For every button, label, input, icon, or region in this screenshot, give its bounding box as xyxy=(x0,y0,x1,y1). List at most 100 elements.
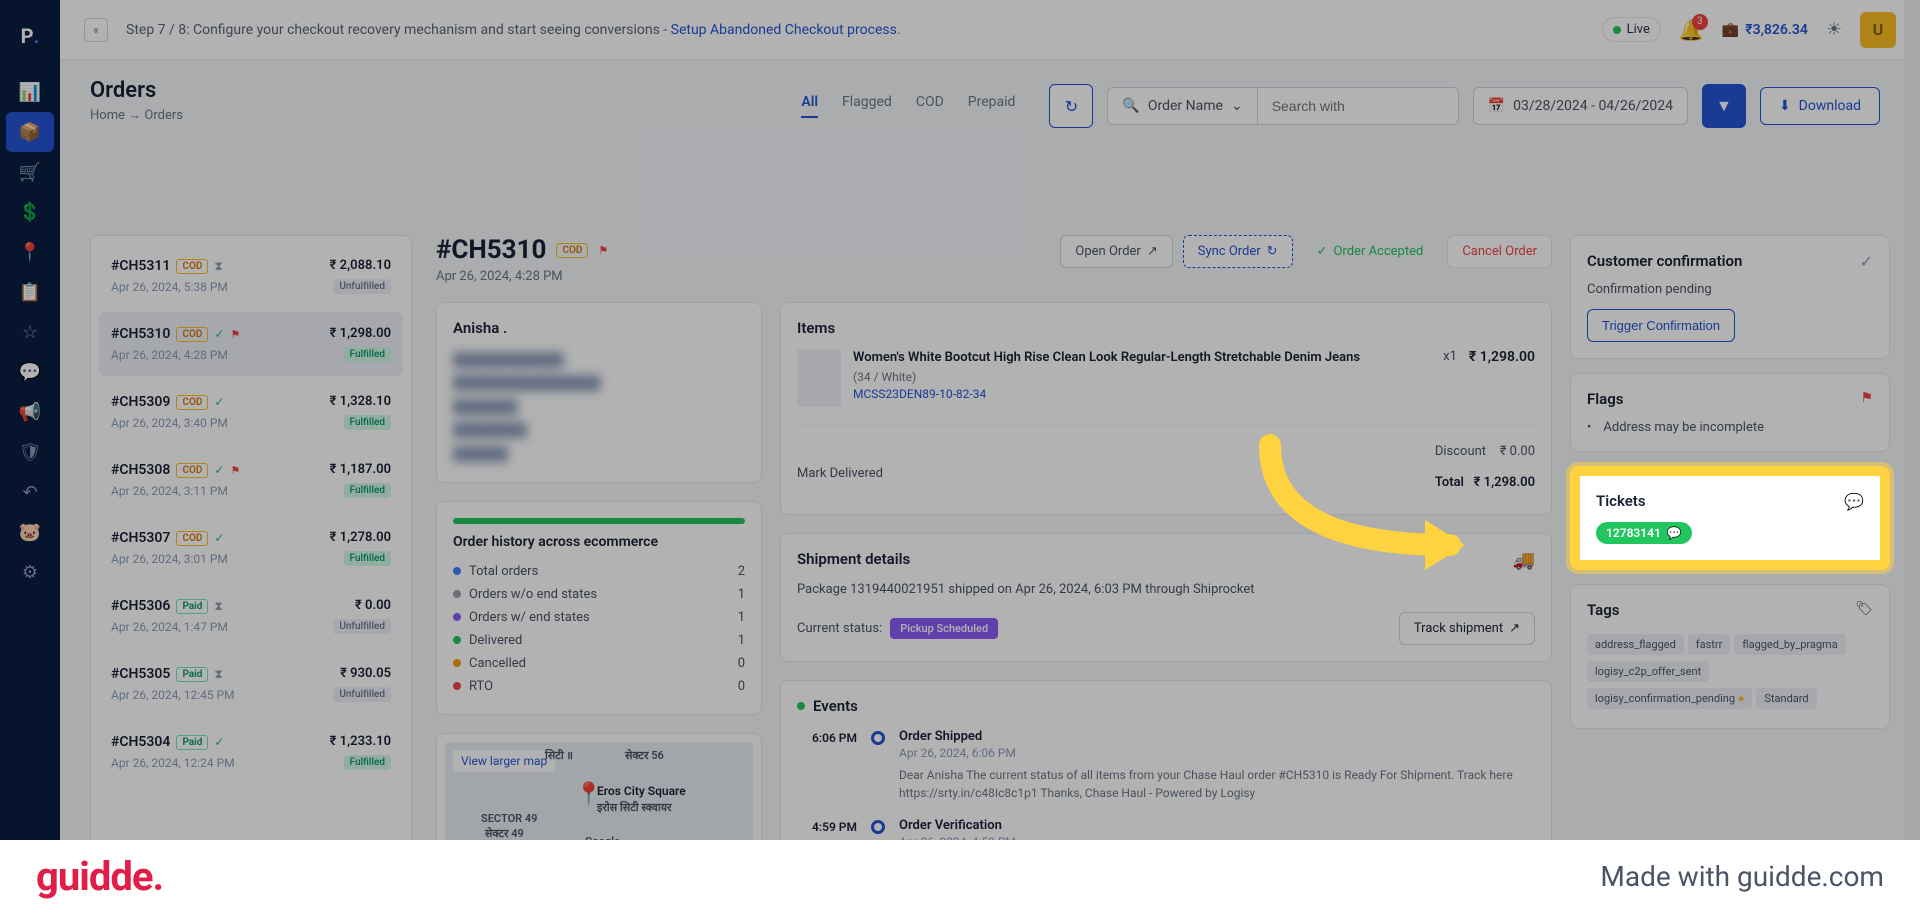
ticket-number-badge[interactable]: 12783141💬 xyxy=(1596,522,1692,544)
order-price: ₹ 930.05 xyxy=(340,666,391,681)
status-dot xyxy=(453,613,461,621)
guidde-logo: guidde xyxy=(36,853,163,900)
nav-chat-icon[interactable]: 💬 xyxy=(0,352,60,392)
search-field-select[interactable]: 🔍Order Name⌄ xyxy=(1108,88,1257,124)
user-avatar[interactable]: U xyxy=(1860,12,1896,48)
nav-piggy-icon[interactable]: 🐷 xyxy=(0,512,60,552)
nav-shield-icon[interactable]: 🛡 xyxy=(0,432,60,472)
wallet-balance[interactable]: 💼₹3,826.34 xyxy=(1722,22,1808,38)
collapse-sidebar-button[interactable]: « xyxy=(84,18,108,42)
search-group: 🔍Order Name⌄ xyxy=(1107,87,1458,125)
tab-flagged[interactable]: Flagged xyxy=(842,94,892,118)
nav-location-icon[interactable]: 📍 xyxy=(0,232,60,272)
status-dot xyxy=(453,659,461,667)
order-accepted-status: ✓Order Accepted xyxy=(1303,235,1438,268)
onboarding-link[interactable]: Setup Abandoned Checkout process xyxy=(671,22,897,38)
confirm-check-icon: ✓ xyxy=(1860,252,1873,271)
status-dot xyxy=(453,636,461,644)
filters-row: All Flagged COD Prepaid ↻ 🔍Order Name⌄ 📅… xyxy=(771,84,1910,140)
order-status: Fulfilled xyxy=(344,755,391,770)
nav-undo-icon[interactable]: ↶ xyxy=(0,472,60,512)
tab-cod[interactable]: COD xyxy=(916,94,944,118)
map-place-hi: इरोस सिटी स्क्वायर xyxy=(597,800,671,815)
item-sku-link[interactable]: MCSS23DEN89-10-82-34 xyxy=(853,387,1431,401)
tag-chip[interactable]: Standard xyxy=(1756,688,1816,709)
order-price: ₹ 1,278.00 xyxy=(330,530,391,545)
date-range-picker[interactable]: 📅03/28/2024 - 04/26/2024 xyxy=(1473,87,1688,125)
flag-item: Address may be incomplete xyxy=(1587,420,1873,435)
nav-clipboard-icon[interactable]: 📋 xyxy=(0,272,60,312)
tag-chip[interactable]: logisy_confirmation_pending xyxy=(1587,688,1752,709)
orders-list[interactable]: #CH5311COD⧗Apr 26, 2024, 5:38 PM₹ 2,088.… xyxy=(90,235,412,882)
order-card[interactable]: #CH5311COD⧗Apr 26, 2024, 5:38 PM₹ 2,088.… xyxy=(99,244,403,308)
event-dot xyxy=(871,820,885,834)
nav-megaphone-icon[interactable]: 📢 xyxy=(0,392,60,432)
open-order-button[interactable]: Open Order↗ xyxy=(1060,235,1172,268)
calendar-icon: 📅 xyxy=(1488,98,1505,114)
tickets-card[interactable]: 💬 Tickets 12783141💬 xyxy=(1570,466,1890,570)
order-date: Apr 26, 2024, 5:38 PM xyxy=(111,280,228,294)
nav-orders-icon[interactable]: 📦 xyxy=(6,112,54,152)
content-area: #CH5311COD⧗Apr 26, 2024, 5:38 PM₹ 2,088.… xyxy=(60,235,1920,882)
order-card[interactable]: #CH5309COD✓Apr 26, 2024, 3:40 PM₹ 1,328.… xyxy=(99,380,403,444)
download-button[interactable]: ⬇Download xyxy=(1760,87,1880,125)
shipment-text: Package 1319440021951 shipped on Apr 26,… xyxy=(797,580,1535,600)
tag-chip[interactable]: address_flagged xyxy=(1587,634,1684,655)
flag-icon: ⚑ xyxy=(230,464,240,477)
tag-chip[interactable]: flagged_by_pragma xyxy=(1734,634,1845,655)
theme-toggle-icon[interactable]: ☀ xyxy=(1826,19,1842,40)
order-card[interactable]: #CH5307COD✓Apr 26, 2024, 3:01 PM₹ 1,278.… xyxy=(99,516,403,580)
filter-button[interactable]: ▼ xyxy=(1702,84,1746,128)
order-id: #CH5310 xyxy=(111,326,170,342)
tab-prepaid[interactable]: Prepaid xyxy=(968,94,1016,118)
external-link-icon: ↗ xyxy=(1147,244,1158,259)
refresh-button[interactable]: ↻ xyxy=(1049,84,1093,128)
tab-all[interactable]: All xyxy=(801,94,818,118)
customer-name: Anisha . xyxy=(453,319,745,337)
order-card[interactable]: #CH5304Paid✓Apr 26, 2024, 12:24 PM₹ 1,23… xyxy=(99,720,403,784)
search-icon: 🔍 xyxy=(1122,98,1139,114)
shipment-status-pill: Pickup Scheduled xyxy=(890,618,998,639)
history-progress-bar xyxy=(453,518,745,524)
order-date: Apr 26, 2024, 3:40 PM xyxy=(111,416,228,430)
customer-confirmation-card: ✓ Customer confirmation Confirmation pen… xyxy=(1570,235,1890,359)
scrollbar[interactable] xyxy=(1904,0,1920,840)
nav-star-icon[interactable]: ☆ xyxy=(0,312,60,352)
nav-settings-icon[interactable]: ⚙ xyxy=(0,552,60,592)
item-thumbnail xyxy=(797,349,841,407)
order-card[interactable]: #CH5310COD✓ ⚑Apr 26, 2024, 4:28 PM₹ 1,29… xyxy=(99,312,403,376)
external-link-icon: ↗ xyxy=(1509,621,1520,636)
order-card[interactable]: #CH5305Paid⧗Apr 26, 2024, 12:45 PM₹ 930.… xyxy=(99,652,403,716)
hourglass-icon: ⧗ xyxy=(214,259,222,274)
payment-badge: COD xyxy=(556,243,588,258)
cancel-order-button[interactable]: Cancel Order xyxy=(1447,235,1552,268)
notifications-icon[interactable]: 🔔3 xyxy=(1679,18,1704,42)
history-row: Total orders2 xyxy=(453,560,745,583)
order-date: Apr 26, 2024, 1:47 PM xyxy=(111,620,228,634)
track-shipment-button[interactable]: Track shipment↗ xyxy=(1399,612,1535,645)
order-card[interactable]: #CH5308COD✓ ⚑Apr 26, 2024, 3:11 PM₹ 1,18… xyxy=(99,448,403,512)
event-desc: Dear Anisha The current status of all it… xyxy=(899,766,1535,802)
tick-icon: ✓ xyxy=(214,327,224,341)
events-title: Events xyxy=(813,697,858,715)
order-date: Apr 26, 2024, 12:45 PM xyxy=(111,688,235,702)
mark-delivered-link[interactable]: Mark Delivered xyxy=(797,466,883,481)
nav-cart-icon[interactable]: 🛒 xyxy=(0,152,60,192)
search-input[interactable] xyxy=(1258,88,1458,124)
view-larger-map-link[interactable]: View larger map xyxy=(453,750,555,772)
flag-icon: ⚑ xyxy=(230,328,240,341)
order-card[interactable]: #CH5306Paid⧗Apr 26, 2024, 1:47 PM₹ 0.00U… xyxy=(99,584,403,648)
event-dot xyxy=(871,731,885,745)
nav-analytics-icon[interactable]: 📊 xyxy=(0,72,60,112)
nav-money-icon[interactable]: 💲 xyxy=(0,192,60,232)
tag-chip[interactable]: fastrr xyxy=(1688,634,1731,655)
sync-order-button[interactable]: Sync Order↻ xyxy=(1183,235,1293,268)
order-detail-date: Apr 26, 2024, 4:28 PM xyxy=(436,269,608,284)
tag-chip[interactable]: logisy_c2p_offer_sent xyxy=(1587,661,1709,682)
payment-badge: COD xyxy=(176,463,208,478)
item-price: ₹ 1,298.00 xyxy=(1469,349,1535,365)
event-title: Order Shipped xyxy=(899,729,1535,744)
map-preview[interactable]: View larger map सिटी ॥ सेक्टर 56 📍 Eros … xyxy=(445,742,753,852)
trigger-confirmation-button[interactable]: Trigger Confirmation xyxy=(1587,309,1735,342)
hourglass-icon: ⧗ xyxy=(214,667,222,682)
